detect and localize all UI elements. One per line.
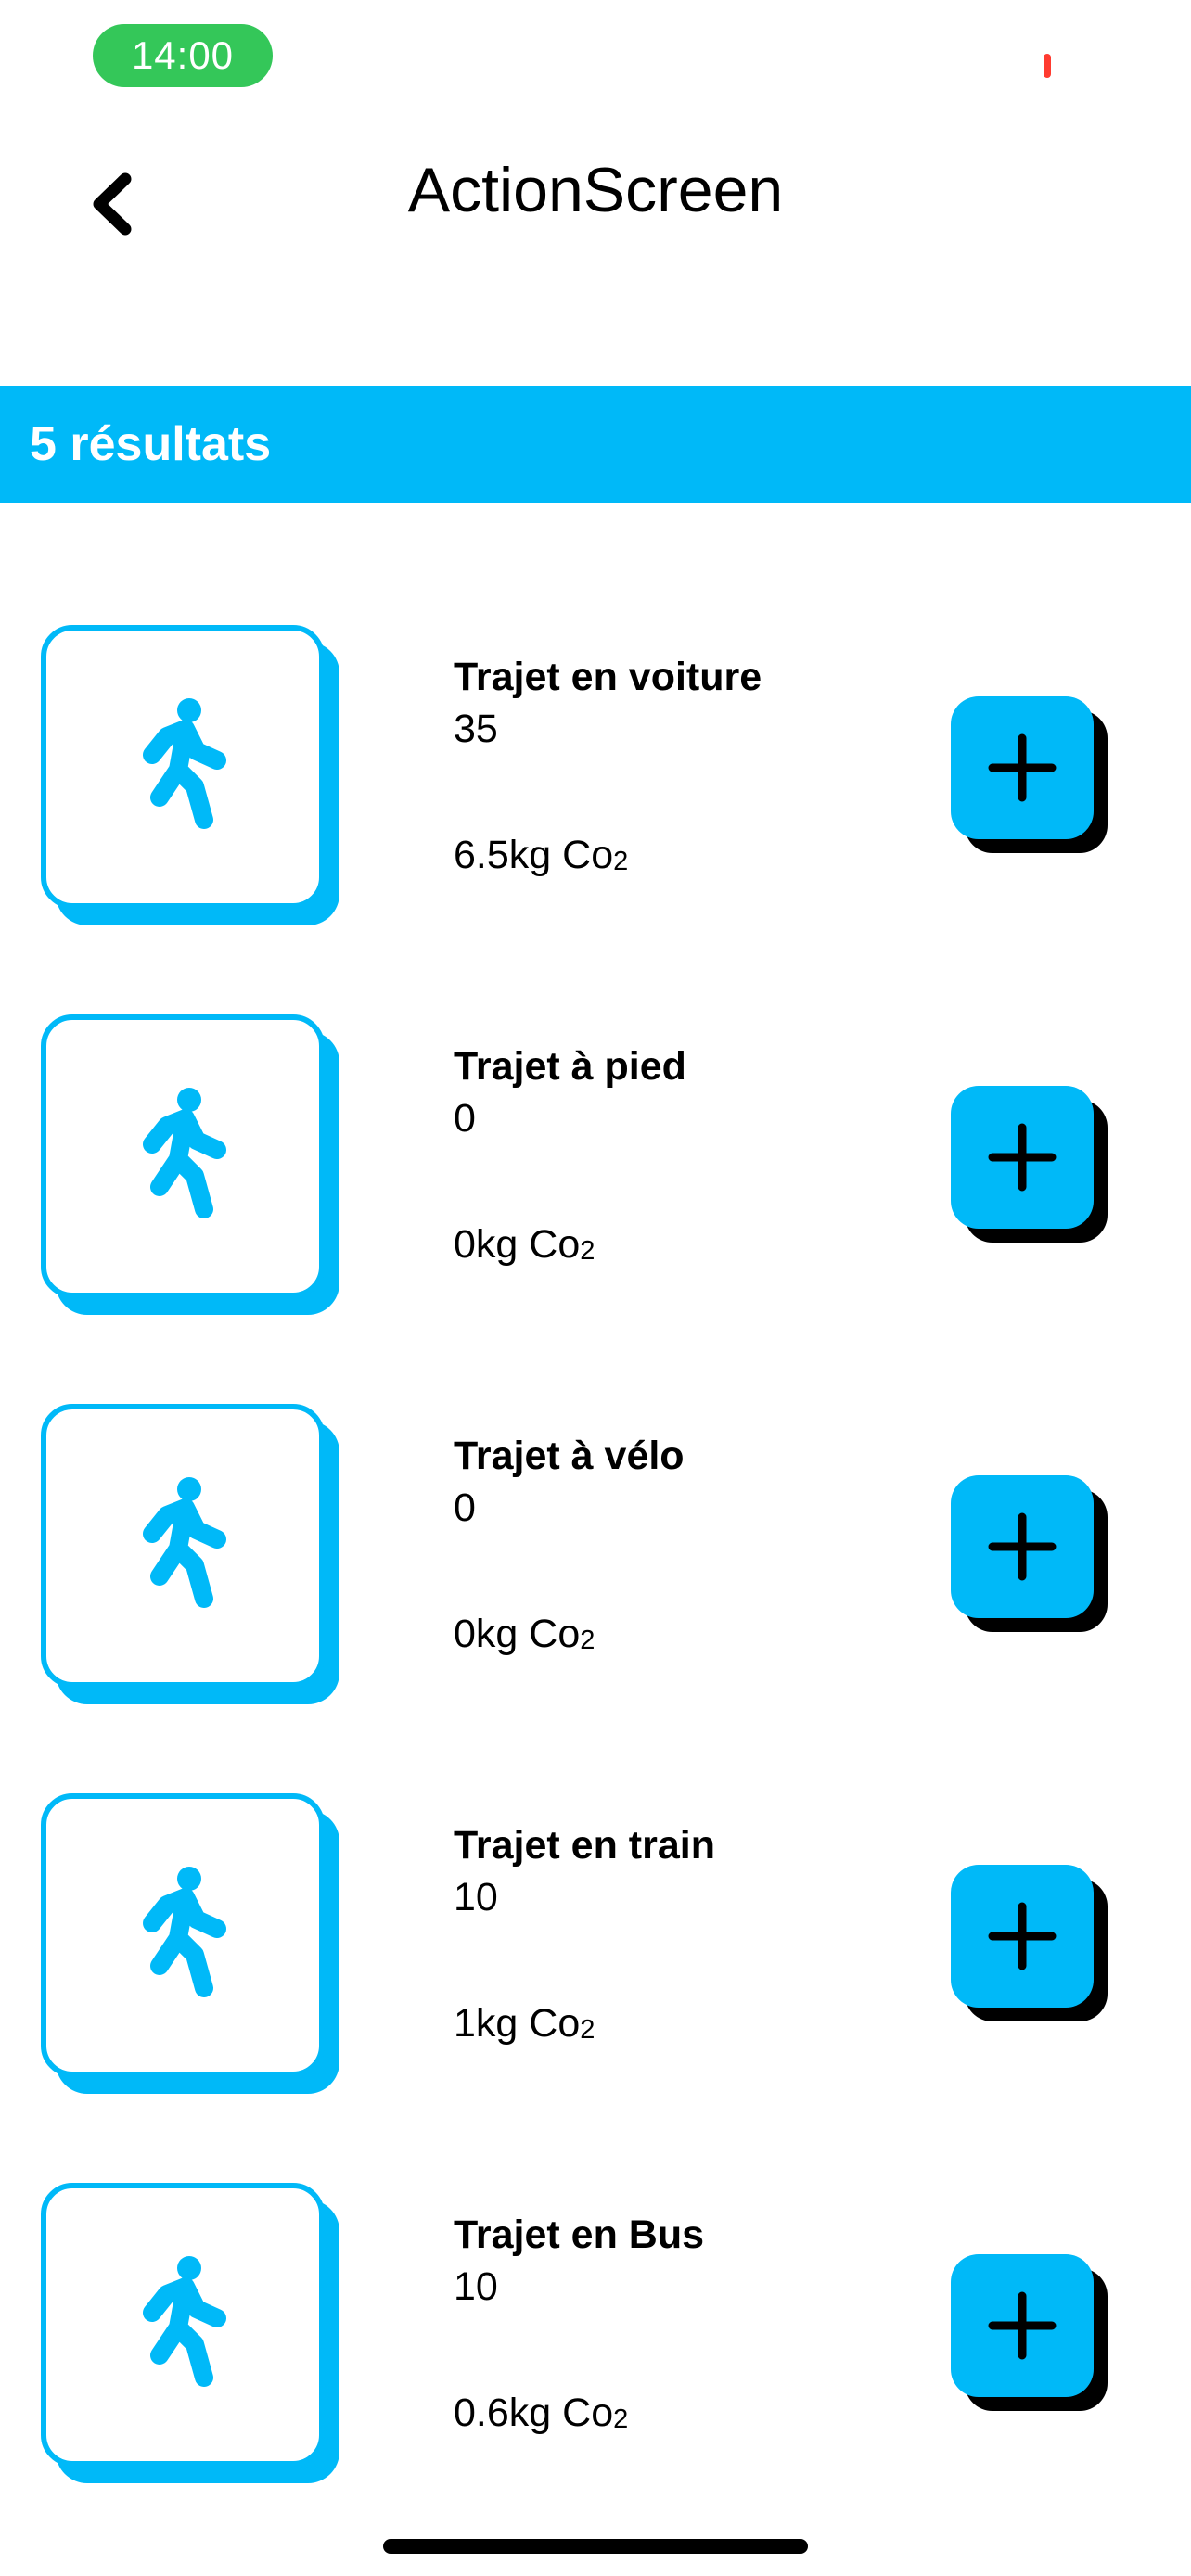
status-time: 14:00 [93, 24, 273, 87]
home-indicator[interactable] [383, 2539, 808, 2554]
plus-icon [988, 2291, 1057, 2360]
add-button[interactable] [951, 2254, 1094, 2397]
list-item: Trajet en train 10 1kg Co2 [0, 1792, 1191, 2181]
co2-amount: 6.5kg Co [454, 833, 614, 877]
status-bar: 14:00 [0, 0, 1191, 111]
action-value: 0 [454, 1486, 476, 1530]
add-button[interactable] [951, 1865, 1094, 2008]
action-value: 0 [454, 1096, 476, 1141]
action-icon-card [41, 1793, 325, 2077]
co2-subscript: 2 [580, 1236, 596, 1266]
list-item: Trajet à vélo 0 0kg Co2 [0, 1402, 1191, 1792]
plus-icon [988, 1123, 1057, 1192]
action-list: Trajet en voiture 35 6.5kg Co2 Trajet à … [0, 623, 1191, 2570]
action-icon-card [41, 2183, 325, 2467]
action-icon-card [41, 1014, 325, 1298]
walking-person-icon [143, 1477, 226, 1608]
action-co2: 0.6kg Co2 [454, 2387, 628, 2443]
plus-icon [988, 1902, 1057, 1970]
action-co2: 0kg Co2 [454, 1608, 595, 1664]
list-item: Trajet à pied 0 0kg Co2 [0, 1013, 1191, 1402]
action-title: Trajet à vélo [454, 1434, 685, 1478]
action-title: Trajet en voiture [454, 655, 762, 699]
co2-amount: 1kg Co [454, 2001, 581, 2046]
action-value: 10 [454, 2264, 498, 2309]
co2-subscript: 2 [580, 1626, 596, 1655]
add-button[interactable] [951, 696, 1094, 839]
add-button[interactable] [951, 1086, 1094, 1229]
action-title: Trajet à pied [454, 1044, 686, 1089]
results-banner: 5 résultats [0, 386, 1191, 503]
plus-icon [988, 1512, 1057, 1581]
walking-person-icon [143, 2256, 226, 2387]
nav-bar: ActionScreen [0, 111, 1191, 241]
list-item: Trajet en voiture 35 6.5kg Co2 [0, 623, 1191, 1013]
page-title: ActionScreen [407, 155, 784, 225]
plus-icon [988, 733, 1057, 802]
co2-amount: 0.6kg Co [454, 2391, 614, 2435]
action-co2: 1kg Co2 [454, 1997, 595, 2054]
recording-indicator [1044, 54, 1051, 78]
walking-person-icon [143, 1088, 226, 1218]
action-title: Trajet en train [454, 1823, 715, 1868]
walking-person-icon [143, 1867, 226, 1997]
action-value: 10 [454, 1875, 498, 1919]
list-item: Trajet en Bus 10 0.6kg Co2 [0, 2181, 1191, 2570]
action-icon-card [41, 1404, 325, 1688]
co2-subscript: 2 [580, 2015, 596, 2045]
action-co2: 6.5kg Co2 [454, 829, 628, 886]
walking-person-icon [143, 698, 226, 829]
action-icon-card [41, 625, 325, 909]
action-title: Trajet en Bus [454, 2213, 705, 2257]
add-button[interactable] [951, 1475, 1094, 1618]
co2-subscript: 2 [613, 847, 629, 876]
results-count: 5 résultats [30, 417, 272, 471]
co2-amount: 0kg Co [454, 1222, 581, 1267]
action-value: 35 [454, 707, 498, 751]
action-co2: 0kg Co2 [454, 1218, 595, 1275]
co2-amount: 0kg Co [454, 1612, 581, 1656]
co2-subscript: 2 [613, 2404, 629, 2434]
